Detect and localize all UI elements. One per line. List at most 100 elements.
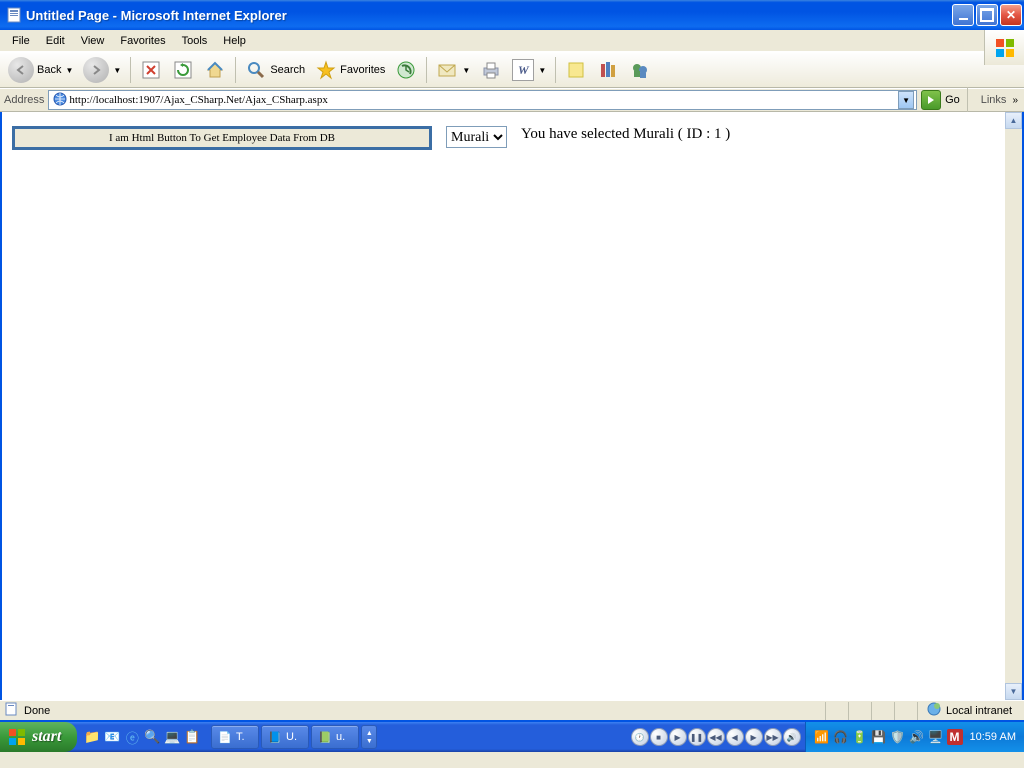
media-stop-button[interactable]: ■	[650, 728, 668, 746]
tray-icon[interactable]: 📶	[814, 729, 830, 745]
menu-edit[interactable]: Edit	[38, 33, 73, 49]
tray-icon[interactable]: 🎧	[833, 729, 849, 745]
chevron-down-icon: ▼	[538, 66, 546, 75]
back-button[interactable]: Back ▼	[4, 55, 77, 85]
media-volume-icon[interactable]: 🔊	[783, 728, 801, 746]
search-button[interactable]: Search	[241, 55, 309, 85]
taskbar-clock[interactable]: 10:59 AM	[966, 731, 1016, 743]
chevron-down-icon: ▼	[65, 66, 73, 75]
media-prev-button[interactable]: ◀◀	[707, 728, 725, 746]
chevron-right-icon[interactable]: »	[1012, 95, 1020, 106]
start-label: start	[32, 728, 61, 746]
menu-view[interactable]: View	[73, 33, 113, 49]
system-tray: 📶 🎧 🔋 💾 🛡️ 🔊 🖥️ M 10:59 AM	[805, 722, 1024, 752]
print-button[interactable]	[476, 55, 506, 85]
refresh-icon	[172, 59, 194, 81]
links-label[interactable]: Links	[975, 94, 1009, 106]
messenger-icon	[629, 59, 651, 81]
quick-launch-item[interactable]: 📋	[183, 728, 201, 746]
discuss-button[interactable]	[561, 55, 591, 85]
page-icon	[4, 702, 18, 719]
tray-icon[interactable]: 🛡️	[890, 729, 906, 745]
edit-button[interactable]: W ▼	[508, 55, 550, 85]
employee-select[interactable]: Murali	[446, 126, 507, 148]
start-button[interactable]: start	[0, 722, 77, 752]
taskbar-task[interactable]: 📗 u.	[311, 725, 359, 749]
window-title: Untitled Page - Microsoft Internet Explo…	[26, 8, 952, 23]
home-button[interactable]	[200, 55, 230, 85]
media-controls: 🕐 ■ ▶ ❚❚ ◀◀ ◀ ▶ ▶▶ 🔊	[627, 722, 805, 752]
scroll-down-button[interactable]: ▼	[1005, 683, 1022, 700]
back-label: Back	[37, 64, 61, 76]
address-input[interactable]	[69, 94, 898, 106]
taskbar-task[interactable]: 📄 T.	[211, 725, 259, 749]
address-input-wrap: ▼	[48, 90, 917, 110]
separator	[130, 57, 131, 83]
scroll-up-button[interactable]: ▲	[1005, 112, 1022, 129]
tray-icon[interactable]: 💾	[871, 729, 887, 745]
media-forward-button[interactable]: ▶	[745, 728, 763, 746]
task-overflow-button[interactable]: ▲▼	[361, 725, 377, 749]
menu-help[interactable]: Help	[215, 33, 254, 49]
status-cell	[894, 702, 911, 720]
forward-button[interactable]: ▼	[79, 55, 125, 85]
menu-tools[interactable]: Tools	[174, 33, 216, 49]
app-icon: 📄	[218, 731, 232, 744]
task-label: T.	[236, 731, 245, 743]
get-employee-button[interactable]: I am Html Button To Get Employee Data Fr…	[12, 126, 432, 150]
taskbar-task[interactable]: 📘 U.	[261, 725, 309, 749]
tray-icon[interactable]: 🔋	[852, 729, 868, 745]
history-button[interactable]	[391, 55, 421, 85]
favorites-label: Favorites	[340, 64, 385, 76]
address-dropdown-button[interactable]: ▼	[898, 91, 914, 109]
windows-logo-icon	[8, 728, 26, 746]
status-cell	[825, 702, 842, 720]
vertical-scrollbar[interactable]: ▲ ▼	[1005, 112, 1022, 700]
page-icon	[53, 92, 67, 109]
maximize-button[interactable]	[976, 4, 998, 26]
research-button[interactable]	[593, 55, 623, 85]
tray-icon[interactable]: M	[947, 729, 963, 745]
zone-label: Local intranet	[946, 705, 1012, 717]
close-button[interactable]	[1000, 4, 1022, 26]
quick-launch-item[interactable]: 💻	[163, 728, 181, 746]
chevron-down-icon: ▼	[462, 66, 470, 75]
status-bar: Done Local intranet	[0, 700, 1024, 722]
media-rewind-button[interactable]: ◀	[726, 728, 744, 746]
task-label: u.	[336, 731, 345, 743]
mail-button[interactable]: ▼	[432, 55, 474, 85]
messenger-button[interactable]	[625, 55, 655, 85]
minimize-button[interactable]	[952, 4, 974, 26]
mail-icon	[436, 59, 458, 81]
quick-launch-item[interactable]: 📧	[103, 728, 121, 746]
quick-launch-item[interactable]: 🔍	[143, 728, 161, 746]
address-bar: Address ▼ Go Links »	[0, 88, 1024, 112]
tray-icon[interactable]: 🔊	[909, 729, 925, 745]
go-label: Go	[945, 94, 960, 106]
quick-launch-item[interactable]: ⓔ	[123, 728, 141, 746]
media-pause-button[interactable]: ❚❚	[688, 728, 706, 746]
quick-launch-item[interactable]: 📁	[83, 728, 101, 746]
stop-button[interactable]	[136, 55, 166, 85]
media-next-button[interactable]: ▶▶	[764, 728, 782, 746]
status-text: Done	[24, 705, 50, 717]
quick-launch: 📁 📧 ⓔ 🔍 💻 📋	[77, 722, 207, 752]
tray-icon[interactable]: 🖥️	[928, 729, 944, 745]
go-button[interactable]	[921, 90, 941, 110]
print-icon	[480, 59, 502, 81]
history-icon	[395, 59, 417, 81]
menu-favorites[interactable]: Favorites	[112, 33, 173, 49]
back-arrow-icon	[8, 57, 34, 83]
page-icon	[6, 7, 22, 23]
menu-file[interactable]: File	[4, 33, 38, 49]
forward-arrow-icon	[83, 57, 109, 83]
media-play-button[interactable]: ▶	[669, 728, 687, 746]
favorites-button[interactable]: Favorites	[311, 55, 389, 85]
word-icon: W	[512, 59, 534, 81]
status-cell	[848, 702, 865, 720]
address-label: Address	[4, 94, 44, 106]
window-titlebar: Untitled Page - Microsoft Internet Explo…	[0, 0, 1024, 30]
media-clock-icon[interactable]: 🕐	[631, 728, 649, 746]
star-icon	[315, 59, 337, 81]
refresh-button[interactable]	[168, 55, 198, 85]
